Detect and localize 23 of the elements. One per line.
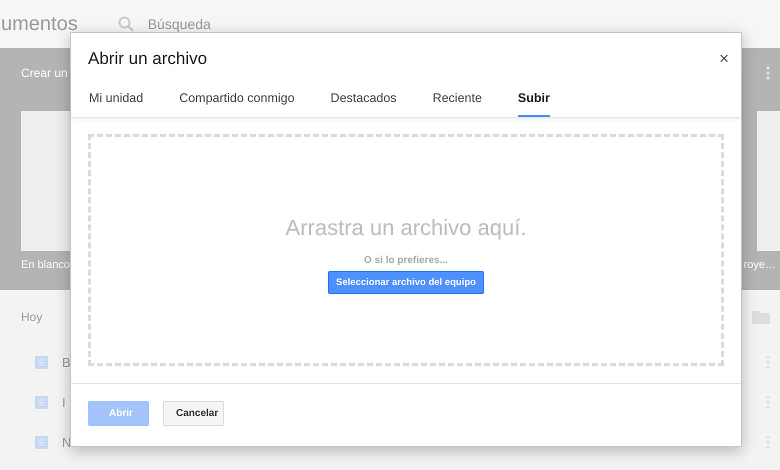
search-field[interactable]: Búsqueda [146,15,350,33]
template-card[interactable] [21,111,70,251]
tab[interactable]: Mi unidad [89,87,144,117]
drop-message: Arrastra un archivo aquí. [286,214,526,240]
document-icon [35,356,48,368]
tab[interactable]: Compartido conmigo [179,87,295,117]
tab[interactable]: Reciente [432,87,482,117]
document-icon [35,436,48,448]
alternative-text: O si lo prefieres... [364,254,448,266]
template-label: roye… [744,259,776,271]
template-card[interactable] [757,111,780,251]
dialog-title: Abrir un archivo [88,49,208,69]
template-label: En blanco [21,259,70,271]
tab[interactable]: Destacados [330,87,397,117]
document-icon [35,396,48,408]
cancel-button[interactable]: Cancelar [163,401,224,426]
more-icon[interactable] [766,66,770,80]
folder-icon[interactable] [752,310,770,324]
section-heading: Hoy [21,310,42,324]
app-title: umentos [1,12,78,36]
tab[interactable]: Subir [518,87,550,117]
section-heading: Crear un [21,66,68,80]
close-button[interactable]: × [719,49,729,69]
